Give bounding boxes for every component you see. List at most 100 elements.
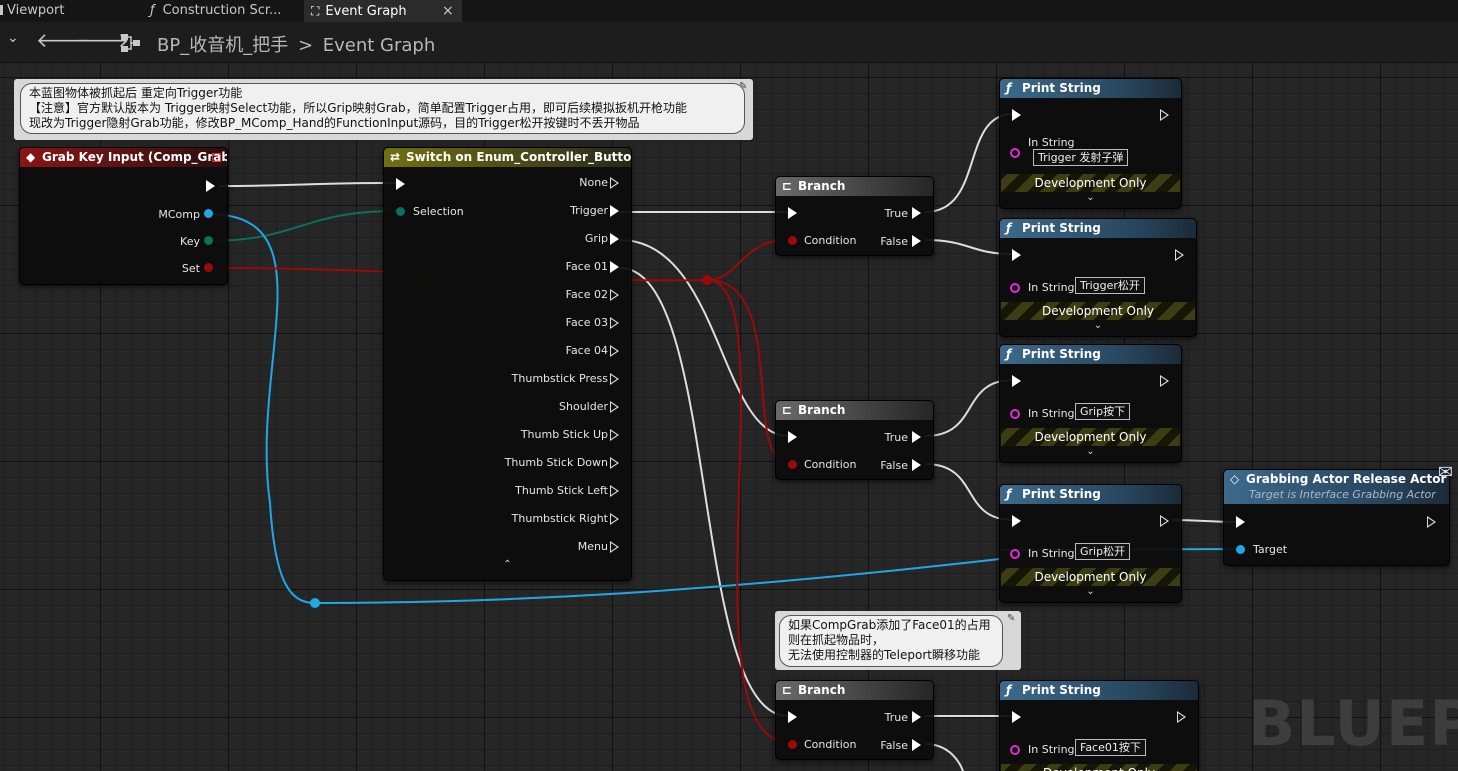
condition-pin[interactable] [788, 236, 797, 245]
set-pin[interactable] [204, 263, 213, 272]
condition-pin[interactable] [788, 740, 797, 749]
comment-box-top[interactable]: 本蓝图物体被抓起后 重定向Trigger功能 【注意】官方默认版本为 Trigg… [14, 79, 753, 140]
switch-output-label: Thumbstick Right [511, 512, 608, 525]
in-string-pin[interactable] [1010, 745, 1020, 755]
grab-key-input-node[interactable]: ◆ Grab Key Input (Comp_Grab) MComp Key Se… [19, 147, 228, 285]
exec-in-pin[interactable] [1012, 375, 1021, 387]
pin-icon[interactable]: ✎ [1007, 613, 1015, 624]
collapse-arrow-icon[interactable]: ⌃ [384, 560, 631, 570]
tab-event-graph[interactable]: ⛶ Event Graph × [304, 0, 462, 22]
graph-canvas[interactable]: BLUEPRI 本蓝图物体被抓起后 重定向Trigger功 [0, 63, 1458, 771]
switch-output-pin[interactable] [610, 485, 619, 497]
switch-output-pin[interactable] [610, 345, 619, 357]
chevron-down-icon[interactable]: ⌄ [7, 30, 19, 46]
expand-arrow-icon[interactable]: ⌄ [1000, 447, 1181, 457]
print-string-node[interactable]: ƒ Print String In String Trigger 发射子弹 Develo… [999, 78, 1182, 209]
switch-output-pin[interactable] [610, 261, 619, 273]
switch-output-pin[interactable] [610, 513, 619, 525]
switch-output-pin[interactable] [610, 317, 619, 329]
switch-output-pin[interactable] [610, 541, 619, 553]
switch-output-pin[interactable] [610, 373, 619, 385]
exec-out-pin[interactable] [1177, 711, 1186, 723]
in-string-field[interactable]: Trigger松开 [1075, 277, 1145, 294]
in-string-field[interactable]: Face01按下 [1075, 739, 1146, 756]
exec-in-pin[interactable] [1012, 109, 1021, 121]
exec-out-pin[interactable] [206, 180, 215, 192]
exec-in-pin[interactable] [788, 207, 797, 219]
in-string-pin[interactable] [1010, 549, 1020, 559]
expand-arrow-icon[interactable]: ⌄ [1000, 193, 1181, 203]
exec-out-pin[interactable] [1160, 375, 1169, 387]
in-string-pin[interactable] [1010, 283, 1020, 293]
print-string-node[interactable]: ƒ Print String In String Grip按下 Development … [999, 344, 1182, 463]
in-string-field[interactable]: Grip松开 [1075, 543, 1131, 560]
tab-viewport[interactable]: Viewport [0, 0, 110, 22]
false-pin[interactable] [912, 459, 921, 471]
switch-on-enum-node[interactable]: ⇄ Switch on Enum_Controller_Buttons Selec… [383, 147, 632, 581]
exec-in-pin[interactable] [1012, 515, 1021, 527]
function-icon: ƒ [1006, 221, 1012, 235]
in-string-field[interactable]: Grip按下 [1075, 403, 1131, 420]
true-pin[interactable] [912, 431, 921, 443]
switch-output-label: Thumb Stick Down [504, 456, 608, 469]
function-icon: ƒ [1006, 683, 1012, 697]
exec-out-pin[interactable] [1160, 109, 1169, 121]
print-string-node[interactable]: ƒ Print String In String Trigger松开 Developme… [999, 218, 1197, 337]
true-pin[interactable] [912, 207, 921, 219]
breadcrumb-graph[interactable]: Event Graph [323, 35, 436, 56]
mcomp-pin[interactable] [204, 209, 213, 218]
function-icon: ƒ [1006, 81, 1012, 95]
grabbing-actor-release-node[interactable]: ◇ Grabbing Actor Release Actor Target is … [1223, 462, 1453, 566]
pin-label: True [884, 711, 908, 724]
pin-label: In String [1028, 281, 1075, 294]
in-string-pin[interactable] [1010, 148, 1020, 158]
pin-label: In String [1028, 136, 1075, 149]
branch-icon: ⊏ [782, 403, 793, 417]
expand-arrow-icon[interactable]: ⌄ [1000, 321, 1196, 331]
key-pin[interactable] [204, 236, 213, 245]
function-icon: ƒ [150, 3, 155, 18]
switch-output-pin[interactable] [610, 205, 619, 217]
switch-output-pin[interactable] [610, 401, 619, 413]
branch-node-grip[interactable]: ⊏ Branch Condition True False [775, 400, 934, 480]
false-pin[interactable] [912, 739, 921, 751]
exec-in-pin[interactable] [788, 431, 797, 443]
exec-out-pin[interactable] [1427, 516, 1436, 528]
pin-label: False [880, 739, 908, 752]
condition-pin[interactable] [788, 460, 797, 469]
print-string-node[interactable]: ƒ Print String In StringFace01按下 Developmen… [999, 680, 1199, 771]
switch-output-pin[interactable] [610, 289, 619, 301]
comment-box-bottom[interactable]: 如果CompGrab添加了Face01的占用 则在抓起物品时， 无法使用控制器的… [775, 611, 1021, 670]
pin-icon[interactable]: ✎ [739, 81, 747, 92]
switch-output-pin[interactable] [610, 177, 619, 189]
in-string-field[interactable]: Trigger 发射子弹 [1033, 149, 1129, 166]
print-string-node[interactable]: ƒ Print String In String Grip松开 Development … [999, 484, 1182, 603]
exec-out-pin[interactable] [1175, 249, 1184, 261]
pin-label: True [884, 431, 908, 444]
close-icon[interactable]: × [442, 0, 454, 22]
delegate-square-icon[interactable] [212, 153, 221, 162]
exec-in-pin[interactable] [1236, 516, 1245, 528]
switch-output-pin[interactable] [610, 429, 619, 441]
target-pin[interactable] [1236, 545, 1245, 554]
exec-in-pin[interactable] [396, 178, 405, 190]
breadcrumb-blueprint[interactable]: BP_收音机_把手 [157, 35, 288, 56]
selection-pin[interactable] [396, 207, 405, 216]
tab-bar: Viewport ƒ Construction Scr... ⛶ Event Gra… [0, 0, 1458, 22]
node-title: Grab Key Input (Comp_Grab) [42, 150, 227, 164]
exec-in-pin[interactable] [788, 711, 797, 723]
expand-arrow-icon[interactable]: ⌄ [1000, 587, 1181, 597]
switch-output-pin[interactable] [610, 233, 619, 245]
branch-node-trigger[interactable]: ⊏ Branch Condition True False [775, 176, 934, 256]
branch-node-face01[interactable]: ⊏ Branch Condition True False [775, 680, 934, 760]
exec-in-pin[interactable] [1012, 711, 1021, 723]
tab-construction-script[interactable]: ƒ Construction Scr... [140, 0, 300, 22]
false-pin[interactable] [912, 235, 921, 247]
exec-out-pin[interactable] [1160, 515, 1169, 527]
in-string-pin[interactable] [1010, 409, 1020, 419]
switch-output-pin[interactable] [610, 457, 619, 469]
switch-output-label: Trigger [570, 204, 608, 217]
pin-label: MComp [158, 208, 200, 221]
true-pin[interactable] [912, 711, 921, 723]
exec-in-pin[interactable] [1012, 249, 1021, 261]
